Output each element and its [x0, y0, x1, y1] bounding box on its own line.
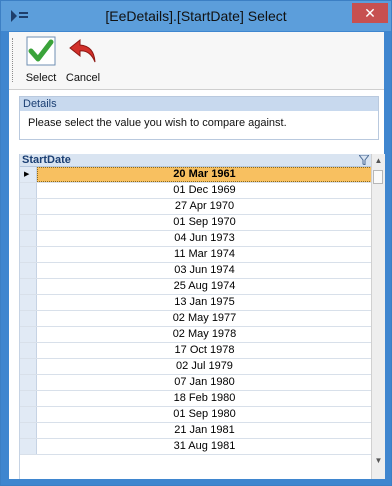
- row-selector[interactable]: [20, 279, 37, 294]
- startdate-cell[interactable]: 02 Jul 1979: [37, 359, 372, 374]
- cancel-button-label: Cancel: [65, 72, 101, 84]
- table-row[interactable]: 04 Jun 1973: [20, 231, 372, 247]
- row-selector[interactable]: [20, 439, 37, 454]
- details-panel: Details Please select the value you wish…: [19, 96, 379, 140]
- table-row[interactable]: 11 Mar 1974: [20, 247, 372, 263]
- window-title: [EeDetails].[StartDate] Select: [105, 8, 287, 24]
- title-bar[interactable]: [EeDetails].[StartDate] Select ✕: [1, 1, 391, 31]
- row-selector[interactable]: [20, 231, 37, 246]
- startdate-cell[interactable]: 02 May 1978: [37, 327, 372, 342]
- scroll-down-icon[interactable]: ▼: [372, 454, 385, 467]
- startdate-cell[interactable]: 07 Jan 1980: [37, 375, 372, 390]
- startdate-cell[interactable]: 01 Sep 1970: [37, 215, 372, 230]
- startdate-cell[interactable]: 01 Dec 1969: [37, 183, 372, 198]
- startdate-cell[interactable]: 20 Mar 1961: [37, 167, 372, 182]
- dialog-client-area: Select Cancel Details Please select the …: [9, 32, 385, 479]
- row-selector[interactable]: [20, 391, 37, 406]
- startdate-cell[interactable]: 02 May 1977: [37, 311, 372, 326]
- startdate-cell[interactable]: 31 Aug 1981: [37, 439, 372, 454]
- row-selector[interactable]: [20, 167, 37, 182]
- startdate-cell[interactable]: 18 Feb 1980: [37, 391, 372, 406]
- select-button-label: Select: [25, 72, 57, 84]
- grid-rows: 20 Mar 196101 Dec 196927 Apr 197001 Sep …: [20, 167, 372, 455]
- row-selector[interactable]: [20, 247, 37, 262]
- undo-arrow-icon: [69, 38, 96, 63]
- row-selector[interactable]: [20, 199, 37, 214]
- row-selector[interactable]: [20, 183, 37, 198]
- row-selector[interactable]: [20, 359, 37, 374]
- table-row[interactable]: 13 Jan 1975: [20, 295, 372, 311]
- toolbar-grip[interactable]: [12, 38, 15, 82]
- row-selector[interactable]: [20, 375, 37, 390]
- startdate-column-header[interactable]: StartDate: [22, 154, 71, 166]
- dialog-window: [EeDetails].[StartDate] Select ✕ Select …: [0, 0, 392, 486]
- table-row[interactable]: 25 Aug 1974: [20, 279, 372, 295]
- row-selector[interactable]: [20, 423, 37, 438]
- row-selector[interactable]: [20, 343, 37, 358]
- startdate-cell[interactable]: 21 Jan 1981: [37, 423, 372, 438]
- details-header: Details: [20, 97, 378, 111]
- row-selector[interactable]: [20, 215, 37, 230]
- grid-header[interactable]: StartDate: [20, 154, 372, 167]
- startdate-cell[interactable]: 04 Jun 1973: [37, 231, 372, 246]
- startdate-cell[interactable]: 11 Mar 1974: [37, 247, 372, 262]
- table-row[interactable]: 01 Sep 1970: [20, 215, 372, 231]
- table-row[interactable]: 31 Aug 1981: [20, 439, 372, 455]
- row-selector[interactable]: [20, 311, 37, 326]
- row-selector[interactable]: [20, 327, 37, 342]
- vertical-scrollbar[interactable]: ▲ ▼: [371, 154, 385, 479]
- table-row[interactable]: 20 Mar 1961: [20, 167, 372, 183]
- table-row[interactable]: 27 Apr 1970: [20, 199, 372, 215]
- row-selector[interactable]: [20, 295, 37, 310]
- scroll-up-icon[interactable]: ▲: [372, 154, 385, 167]
- table-row[interactable]: 17 Oct 1978: [20, 343, 372, 359]
- startdate-cell[interactable]: 17 Oct 1978: [37, 343, 372, 358]
- checkmark-icon: [26, 36, 56, 66]
- table-row[interactable]: 07 Jan 1980: [20, 375, 372, 391]
- app-icon: [11, 10, 28, 22]
- toolbar: Select Cancel: [9, 32, 384, 90]
- startdate-cell[interactable]: 13 Jan 1975: [37, 295, 372, 310]
- startdate-cell[interactable]: 01 Sep 1980: [37, 407, 372, 422]
- startdate-cell[interactable]: 27 Apr 1970: [37, 199, 372, 214]
- startdate-cell[interactable]: 03 Jun 1974: [37, 263, 372, 278]
- table-row[interactable]: 02 May 1977: [20, 311, 372, 327]
- table-row[interactable]: 02 May 1978: [20, 327, 372, 343]
- filter-icon[interactable]: [359, 155, 369, 165]
- cancel-button[interactable]: Cancel: [62, 36, 104, 84]
- close-button[interactable]: ✕: [352, 3, 388, 23]
- table-row[interactable]: 01 Dec 1969: [20, 183, 372, 199]
- table-row[interactable]: 02 Jul 1979: [20, 359, 372, 375]
- select-button[interactable]: Select: [21, 36, 61, 84]
- table-row[interactable]: 18 Feb 1980: [20, 391, 372, 407]
- row-selector[interactable]: [20, 263, 37, 278]
- startdate-cell[interactable]: 25 Aug 1974: [37, 279, 372, 294]
- value-grid: StartDate 20 Mar 196101 Dec 196927 Apr 1…: [19, 154, 385, 479]
- row-selector[interactable]: [20, 407, 37, 422]
- table-row[interactable]: 03 Jun 1974: [20, 263, 372, 279]
- table-row[interactable]: 01 Sep 1980: [20, 407, 372, 423]
- details-text: Please select the value you wish to comp…: [28, 117, 287, 129]
- table-row[interactable]: 21 Jan 1981: [20, 423, 372, 439]
- scroll-thumb[interactable]: [373, 170, 383, 184]
